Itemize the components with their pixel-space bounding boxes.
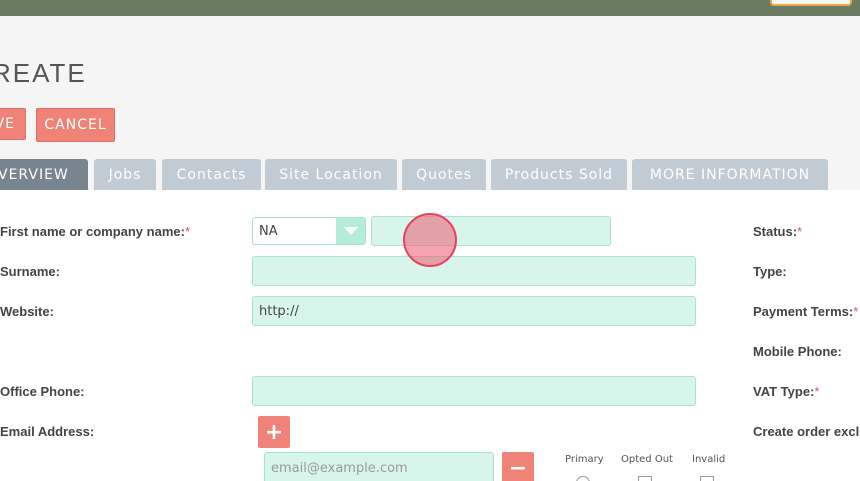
email-address-label: Email Address: [0,424,95,439]
email-invalid-header: Invalid [692,454,726,465]
office-phone-input[interactable] [252,376,696,406]
email-primary-header: Primary [565,454,604,465]
create-order-label: Create order excl [753,424,860,439]
tab-site-location[interactable]: Site Location [265,159,397,190]
minus-icon: − [508,455,528,481]
chevron-down-icon[interactable] [336,218,365,244]
tab-quotes[interactable]: Quotes [402,159,486,190]
tab-overview[interactable]: VERVIEW [0,159,88,190]
navbar-widget[interactable] [770,0,852,6]
email-opted-out-header: Opted Out [621,454,673,465]
office-phone-label: Office Phone: [0,384,85,399]
website-input[interactable]: http:// [252,296,696,326]
type-label: Type: [753,264,787,279]
plus-icon: + [264,419,284,445]
cancel-button[interactable]: CANCEL [36,108,115,142]
remove-email-button[interactable]: − [502,452,534,481]
page-title: REATE [0,58,87,88]
tab-contacts[interactable]: Contacts [162,159,261,190]
surname-label: Surname: [0,264,60,279]
tab-bar: VERVIEW Jobs Contacts Site Location Quot… [0,159,860,190]
top-navbar [0,0,860,16]
first-name-label: First name or company name:* [0,224,191,239]
tab-products-sold[interactable]: Products Sold [491,159,627,190]
add-email-button[interactable]: + [258,416,290,448]
tab-jobs[interactable]: Jobs [94,159,156,190]
click-indicator [403,213,457,267]
email-invalid-checkbox[interactable] [700,476,714,481]
website-label: Website: [0,304,54,319]
save-button[interactable]: VE [0,108,26,140]
surname-input[interactable] [252,256,696,286]
payment-terms-label: Payment Terms:* [753,304,859,319]
mobile-phone-label: Mobile Phone: [753,344,842,359]
email-input[interactable]: email@example.com [264,452,494,481]
salutation-select[interactable]: NA [252,217,366,245]
tab-more-information[interactable]: MORE INFORMATION [632,159,828,190]
status-label: Status:* [753,224,803,239]
salutation-value: NA [259,223,278,239]
email-opted-out-checkbox[interactable] [638,476,652,481]
vat-type-label: VAT Type:* [753,384,820,399]
